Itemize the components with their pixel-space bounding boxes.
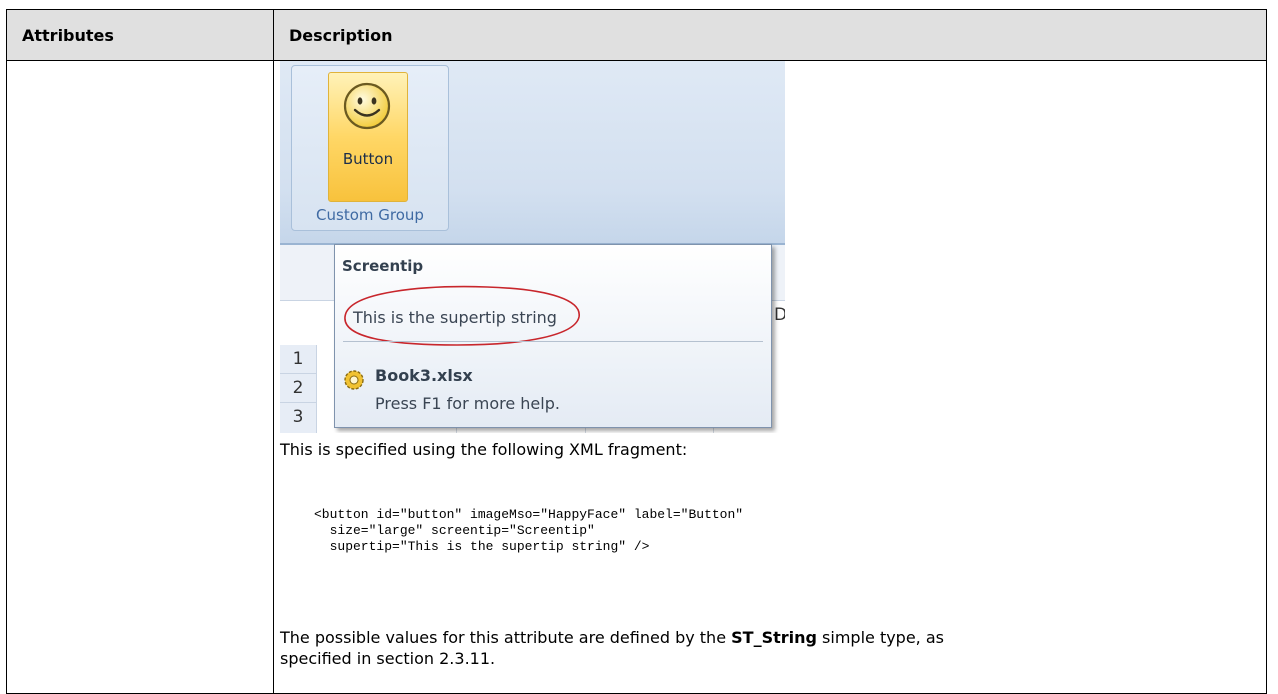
happy-face-button[interactable]: Button	[328, 72, 408, 202]
row-number-3: 3	[280, 403, 317, 433]
values-text: The possible values for this attribute a…	[280, 628, 944, 648]
custom-group: Button Custom Group	[291, 65, 449, 231]
screentip-title: Screentip	[342, 257, 424, 275]
values-suffix: simple type, as	[816, 628, 944, 647]
happy-face-icon	[343, 82, 391, 130]
header-attributes: Attributes	[6, 9, 274, 61]
screentip-separator	[343, 341, 763, 342]
attribute-cell	[6, 60, 274, 694]
row-number-2: 2	[280, 374, 317, 403]
ribbon-screenshot: Button Custom Group 1 2 3 D Screentip Th…	[280, 61, 785, 433]
group-label: Custom Group	[316, 206, 424, 224]
ribbon-area: Button Custom Group	[280, 61, 785, 243]
simple-type-name: ST_String	[731, 628, 817, 647]
help-text: Press F1 for more help.	[375, 394, 560, 413]
xml-code-block: <button id="button" imageMso="HappyFace"…	[314, 507, 744, 554]
supertip-text: This is the supertip string	[353, 308, 557, 327]
header-description: Description	[273, 9, 1267, 61]
help-gear-icon	[344, 370, 364, 390]
values-text-line2: specified in section 2.3.11.	[280, 649, 496, 668]
file-name: Book3.xlsx	[375, 366, 473, 385]
row-number-1: 1	[280, 345, 317, 374]
button-label: Button	[342, 150, 394, 168]
attribute-table: Attributes Description Button Custom Gro…	[6, 9, 1267, 694]
values-prefix: The possible values for this attribute a…	[280, 628, 732, 647]
intro-text: This is specified using the following XM…	[280, 440, 688, 459]
column-header-d: D	[774, 305, 785, 325]
description-cell: Button Custom Group 1 2 3 D Screentip Th…	[273, 60, 1267, 694]
screentip-popup: Screentip This is the supertip string Bo…	[334, 244, 772, 428]
